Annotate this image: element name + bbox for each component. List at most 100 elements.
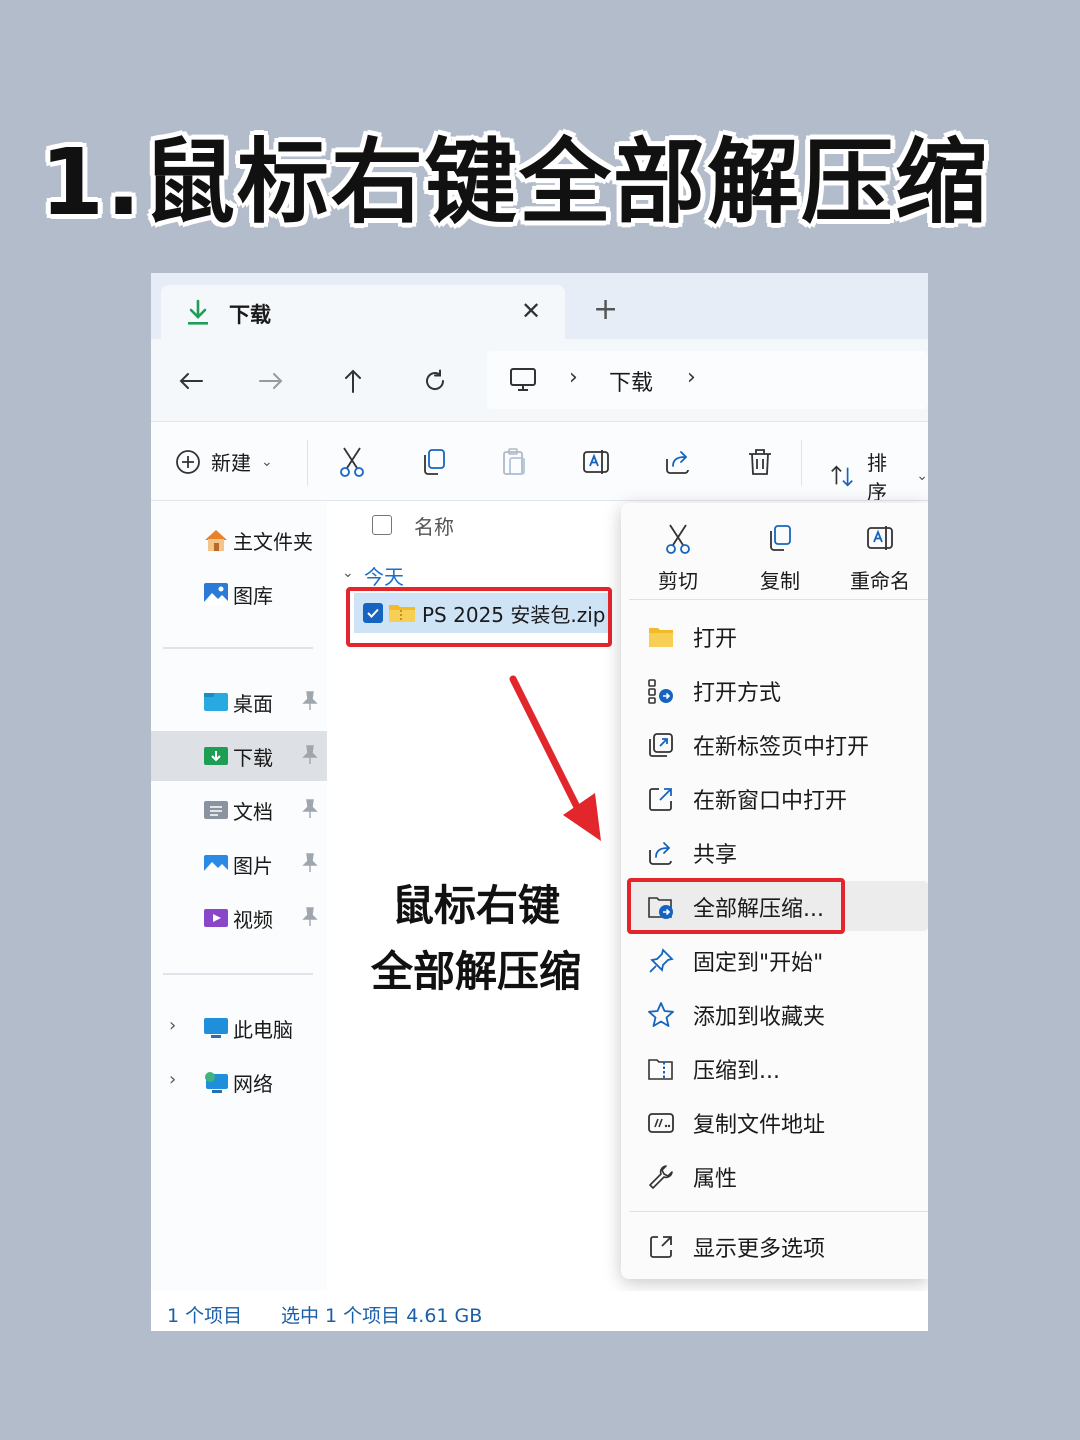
menu-item-label: 固定到"开始" [693,951,824,976]
menu-item-compress-to[interactable]: 压缩到... [629,1043,928,1093]
context-cut-button[interactable]: 剪切 [633,523,723,594]
menu-item-open-with[interactable]: 打开方式 [629,665,928,715]
arrow-up-icon [345,369,361,393]
gallery-icon [204,583,228,605]
chevron-right-icon[interactable]: › [169,1015,176,1036]
paste-button[interactable] [499,446,529,478]
menu-item-add-to-favorites[interactable]: 添加到收藏夹 [629,989,928,1039]
rename-button[interactable] [581,446,611,478]
annotation-line: 全部解压缩 [370,947,581,996]
plus-circle-icon [176,449,200,474]
menu-item-open-new-window[interactable]: 在新窗口中打开 [629,773,928,823]
chevron-right-icon[interactable]: › [169,1069,176,1090]
menu-item-properties[interactable]: 属性 [629,1151,928,1201]
sidebar-divider [163,647,313,649]
pin-icon[interactable] [301,799,319,819]
delete-button[interactable] [745,446,775,478]
forward-button[interactable] [253,363,289,399]
sidebar-item-documents[interactable]: 文档 [151,785,327,835]
menu-divider [629,599,928,600]
menu-item-label: 压缩到... [693,1059,780,1084]
sidebar-item-desktop[interactable]: 桌面 [151,677,327,727]
sidebar-item-home[interactable]: 主文件夹 [151,515,327,565]
menu-item-share[interactable]: 共享 [629,827,928,877]
desktop-folder-icon [204,693,228,711]
sort-label: 排序 [867,451,888,504]
group-header-today[interactable]: 今天 [364,561,404,590]
menu-item-copy-path[interactable]: 复制文件地址 [629,1097,928,1147]
pictures-folder-icon [204,855,228,873]
context-rename-button[interactable]: 重命名 [835,523,925,594]
scissors-icon [666,524,690,554]
pin-icon[interactable] [301,907,319,927]
sidebar-item-pictures[interactable]: 图片 [151,839,327,889]
menu-item-label: 显示更多选项 [693,1237,826,1262]
sidebar-item-label: 视频 [233,908,273,932]
breadcrumb-separator[interactable]: › [569,365,578,390]
sidebar-item-downloads[interactable]: 下载 [151,731,327,781]
sidebar-item-label: 图片 [233,854,273,878]
column-header-name[interactable]: 名称 [414,511,454,540]
menu-item-label: 在新窗口中打开 [693,789,848,814]
headline: 1.鼠标右键全部解压缩 [40,129,989,236]
share-icon [666,451,689,474]
command-bar: 新建 ⌄ 排序 ⌄ [151,422,928,504]
share-button[interactable] [663,446,693,478]
new-tab-icon [649,733,673,757]
menu-item-open-new-tab[interactable]: 在新标签页中打开 [629,719,928,769]
sidebar-item-this-pc[interactable]: › 此电脑 [151,1003,327,1053]
share-icon [649,842,672,865]
pin-icon[interactable] [301,853,319,873]
breadcrumb-downloads[interactable]: 下载 [609,365,653,397]
computer-icon [204,1018,228,1038]
menu-divider [629,1211,928,1212]
menu-item-label: 打开方式 [693,681,782,706]
sort-button[interactable]: 排序 ⌄ [829,447,928,505]
sidebar-item-gallery[interactable]: 图库 [151,569,327,619]
tab-title: 下载 [229,303,271,327]
sidebar-item-label: 此电脑 [233,1018,293,1042]
pin-icon[interactable] [301,691,319,711]
menu-item-label: 复制文件地址 [693,1113,826,1138]
sidebar-item-network[interactable]: › 网络 [151,1057,327,1107]
documents-folder-icon [204,801,228,819]
copy-button[interactable] [419,446,449,478]
menu-item-pin-to-start[interactable]: 固定到"开始" [629,935,928,985]
context-cut-label: 剪切 [658,569,698,593]
context-copy-button[interactable]: 复制 [735,523,825,594]
navigation-pane: 主文件夹 图库 桌面 下载 文档 图片 视频 › 此电脑 › 网络 [151,501,327,1291]
toolbar-separator [307,440,308,486]
arrow-left-icon [179,373,203,389]
downloads-folder-icon [204,747,228,765]
cut-button[interactable] [337,446,367,478]
pin-icon[interactable] [301,745,319,765]
trash-icon [749,449,771,475]
rename-icon [583,450,609,474]
menu-item-show-more-options[interactable]: 显示更多选项 [629,1221,928,1271]
sidebar-item-videos[interactable]: 视频 [151,893,327,943]
item-count: 1 个项目 [167,1305,243,1327]
new-button[interactable]: 新建 ⌄ [175,447,273,476]
navigation-bar: › 下载 › [151,339,928,421]
up-button[interactable] [335,363,371,399]
sidebar-item-label: 下载 [233,746,273,770]
refresh-button[interactable] [417,363,453,399]
folder-open-icon [649,628,673,647]
scissors-icon [340,447,364,477]
menu-item-label: 打开 [693,627,738,652]
home-icon [205,530,227,551]
context-copy-label: 复制 [760,569,800,593]
menu-item-open[interactable]: 打开 [629,611,928,661]
breadcrumb-separator[interactable]: › [687,365,696,390]
close-icon[interactable]: ✕ [521,297,541,325]
back-button[interactable] [173,363,209,399]
sidebar-divider [163,973,313,975]
chevron-down-icon[interactable]: ⌄ [342,565,354,581]
tab-downloads[interactable]: 下载 ✕ [161,285,565,339]
clipboard-icon [503,448,525,475]
path-icon [648,1113,674,1133]
new-tab-button[interactable]: + [593,295,618,325]
expand-icon [650,1236,672,1258]
select-all-checkbox[interactable] [372,515,392,535]
address-bar[interactable]: › 下载 › [487,351,928,409]
